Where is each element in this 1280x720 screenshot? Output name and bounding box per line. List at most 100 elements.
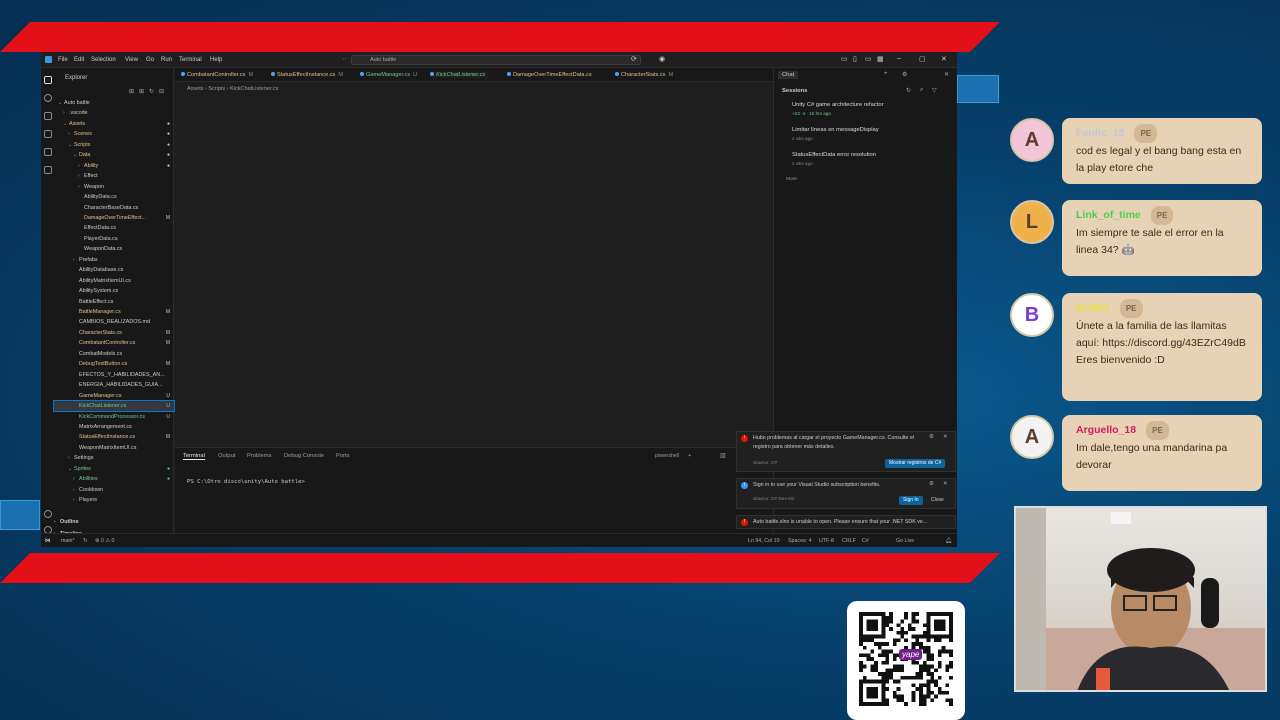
tree-file[interactable]: KickCommandProcessor.cs U (54, 412, 174, 422)
notifications-bell-icon[interactable]: 🔔︎ (945, 538, 952, 544)
editor-tab[interactable]: StatusEffectInstance.cs M (271, 72, 343, 78)
notification-gear-icon[interactable]: ⚙ (929, 434, 934, 440)
notification-gear-icon[interactable]: ⚙ (929, 481, 934, 487)
menu-go[interactable]: Go (146, 57, 154, 63)
tab-terminal[interactable]: Terminal (183, 453, 205, 460)
tree-folder[interactable]: › Effect (54, 171, 174, 181)
editor-tab[interactable]: KickChatListener.cs (430, 72, 489, 78)
command-search-input[interactable]: Auto battle (351, 55, 641, 65)
terminal-shell-label[interactable]: powershell (655, 453, 679, 459)
notification-close-icon[interactable]: ✕ (943, 434, 947, 440)
sync-icon[interactable]: ↻ (83, 538, 87, 544)
nav-back-icon[interactable]: ← (341, 55, 348, 62)
tree-file[interactable]: CharacterBaseData.cs (54, 203, 174, 213)
notification-close-icon[interactable]: ✕ (943, 481, 947, 487)
terminal-prompt[interactable]: PS C:\Otro disco\unity\Auto battle> (187, 479, 305, 485)
tree-file[interactable]: CombatModels.cs (54, 349, 174, 359)
menu-run[interactable]: Run (161, 57, 172, 63)
tree-file[interactable]: BattleEffect.cs (54, 297, 174, 307)
editor-tab[interactable]: CombatantController.cs M (181, 72, 253, 78)
new-chat-icon[interactable]: + (884, 71, 888, 77)
tree-file[interactable]: WeaponMatrixItemUI.cs (54, 443, 174, 453)
tree-folder[interactable]: ⌄ Assets ● (54, 119, 174, 129)
editor-tab[interactable]: CharacterStats.cs M (615, 72, 673, 78)
tree-file[interactable]: CAMBIOS_REALIZADOS.md (54, 317, 174, 327)
chat-username[interactable]: Fanfic_18 (1076, 125, 1124, 142)
go-live-button[interactable]: Go Live (896, 538, 914, 544)
maximize-icon[interactable]: ▢ (919, 55, 926, 63)
tree-folder[interactable]: › Settings (54, 453, 174, 463)
tree-file[interactable]: PlayerData.cs (54, 234, 174, 244)
minimize-icon[interactable]: – (897, 55, 901, 62)
tree-file[interactable]: CharacterStats.cs M (54, 328, 174, 338)
refresh-icon[interactable]: ↻ (149, 88, 154, 95)
tree-folder[interactable]: › Players (54, 495, 174, 505)
panel-toggle-icon[interactable]: ▯ (853, 55, 857, 63)
close-chat-icon[interactable]: ✕ (944, 71, 949, 78)
tree-file[interactable]: GameManager.cs U (54, 391, 174, 401)
tab-output[interactable]: Output (218, 453, 235, 459)
chat-username[interactable]: Arguello_18 (1076, 422, 1136, 439)
tree-file[interactable]: AbilitySystem.cs (54, 286, 174, 296)
problems-indicator[interactable]: ⊗ 0 ⚠ 0 (95, 538, 115, 544)
cursor-position[interactable]: Ln 94, Col 10 (748, 538, 780, 544)
tree-folder[interactable]: › Prefabs (54, 255, 174, 265)
tree-file[interactable]: EffectData.cs (54, 223, 174, 233)
menu-terminal[interactable]: Terminal (179, 57, 202, 63)
tree-file[interactable]: MatrixArrangement.cs (54, 422, 174, 432)
tree-folder[interactable]: › .vscode (54, 108, 174, 118)
chat-username[interactable]: Link_of_time (1076, 207, 1141, 224)
trash-icon[interactable]: ▥ (720, 453, 725, 459)
menu-help[interactable]: Help (210, 57, 222, 63)
indentation[interactable]: Spaces: 4 (788, 538, 812, 544)
encoding[interactable]: UTF-8 (819, 538, 834, 544)
tree-file[interactable]: ENERGIA_HABILIDADES_GUIA... (54, 380, 174, 390)
tree-folder[interactable]: ⌄ Sprites ● (54, 464, 174, 474)
chat-settings-icon[interactable]: ⚙ (902, 71, 907, 78)
tree-file[interactable]: AbilityMatrixItemUI.cs (54, 276, 174, 286)
language-mode[interactable]: C# (862, 538, 869, 544)
account-icon[interactable] (44, 510, 52, 518)
filter-sessions-icon[interactable]: ▽ (932, 87, 937, 94)
source-control-icon[interactable] (44, 112, 52, 120)
tree-folder[interactable]: ⌄ Auto battle (54, 98, 174, 108)
search-icon[interactable] (44, 94, 52, 102)
show-logs-button[interactable]: Mostrar registros de C# (885, 459, 946, 468)
remote-icon[interactable]: ⋈ (45, 538, 50, 544)
chat-header[interactable]: Chat (778, 71, 799, 79)
tab-debug-console[interactable]: Debug Console (284, 453, 324, 459)
new-folder-icon[interactable]: ⊞ (139, 88, 144, 95)
close-button[interactable]: Close (927, 496, 948, 505)
new-file-icon[interactable]: ⊞ (129, 88, 134, 95)
run-debug-icon[interactable] (44, 130, 52, 138)
layout-icon[interactable]: ▭ (841, 55, 848, 63)
tree-folder[interactable]: › Ability ● (54, 161, 174, 171)
menu-file[interactable]: File (58, 57, 68, 63)
extensions-icon[interactable] (44, 148, 52, 156)
tree-file[interactable]: EFECTOS_Y_HABILIDADES_AN... (54, 370, 174, 380)
tree-file[interactable]: KickChatListener.cs U (53, 400, 175, 413)
branch-indicator[interactable]: main* (61, 538, 75, 544)
outline-section[interactable]: › Outline (54, 517, 174, 527)
sidebar-toggle-icon[interactable]: ▭ (865, 55, 872, 63)
menu-edit[interactable]: Edit (74, 57, 84, 63)
tree-folder[interactable]: › Cooldown (54, 485, 174, 495)
tree-file[interactable]: AbilityData.cs (54, 192, 174, 202)
search-sessions-icon[interactable]: ⌕ (920, 87, 923, 94)
tree-file[interactable]: DamageOverTimeEffect... M (54, 213, 174, 223)
end-of-line[interactable]: CRLF (842, 538, 856, 544)
tree-file[interactable]: StatusEffectInstance.cs M (54, 432, 174, 442)
refresh-sessions-icon[interactable]: ↻ (906, 87, 911, 94)
menu-selection[interactable]: Selection (91, 57, 116, 63)
tree-folder[interactable]: › Scenes ● (54, 129, 174, 139)
accounts-icon[interactable]: ◉ (659, 55, 665, 63)
tree-folder[interactable]: ⌄ Scripts ● (54, 140, 174, 150)
tree-file[interactable]: DebugTestButton.cs M (54, 359, 174, 369)
more-sessions-link[interactable]: More (786, 177, 797, 182)
tree-file[interactable]: BattleManager.cs M (54, 307, 174, 317)
collapse-all-icon[interactable]: ⊟ (159, 88, 164, 95)
chat-username[interactable]: BotRix (1076, 300, 1110, 317)
copilot-icon[interactable]: ⟳ (631, 55, 637, 63)
customize-layout-icon[interactable]: ▦ (877, 55, 884, 63)
tree-file[interactable]: CombatantController.cs M (54, 338, 174, 348)
